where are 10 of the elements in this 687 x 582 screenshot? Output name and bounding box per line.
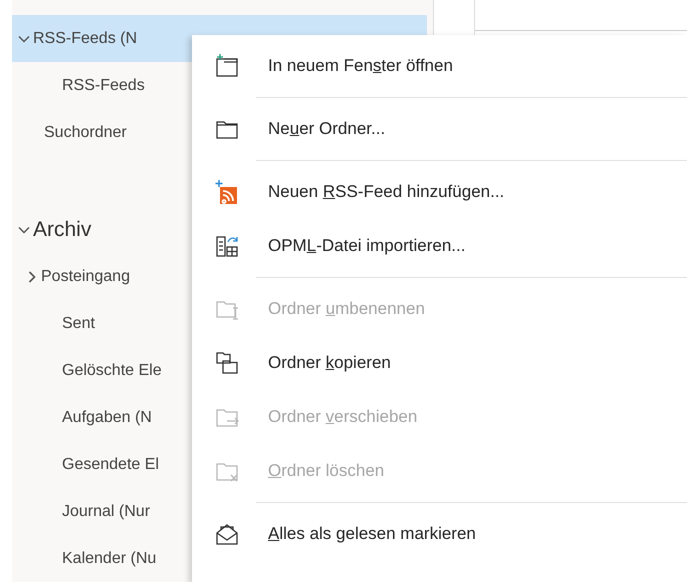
menu-item-label: Ordner kopieren [268, 353, 391, 373]
menu-item-label: Ordner löschen [268, 461, 384, 481]
menu-item-label: Alles als gelesen markieren [268, 524, 476, 544]
menu-item-label: In neuem Fenster öffnen [268, 56, 453, 76]
menu-item-label: OPML-Datei importieren... [268, 236, 466, 256]
menu-item-label: Ordner verschieben [268, 407, 418, 427]
menu-item-label: Ordner umbenennen [268, 299, 425, 319]
folder-label: RSS-Feeds (N [33, 30, 138, 48]
menu-item-label: Neuen RSS-Feed hinzufügen... [268, 182, 504, 202]
menu-item-label: Neuer Ordner... [268, 119, 386, 139]
